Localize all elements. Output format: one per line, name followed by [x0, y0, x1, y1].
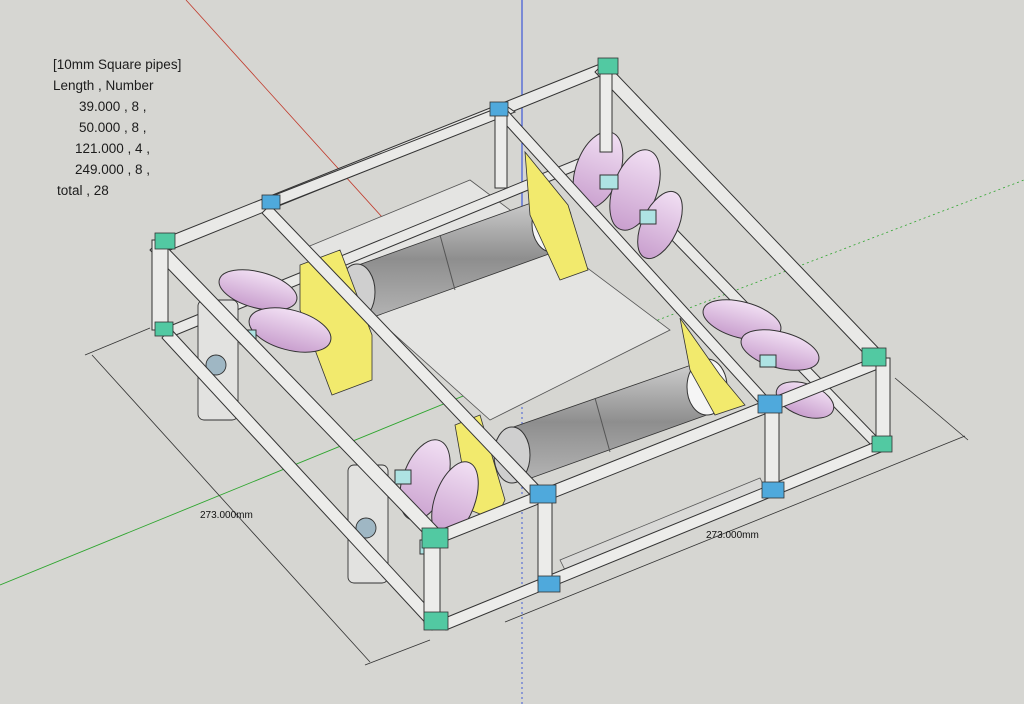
dimension-left-label: 273.000mm [200, 510, 253, 521]
note-row: 39.000 , 8 , [79, 99, 147, 114]
note-row: 50.000 , 8 , [79, 120, 147, 135]
note-total: total , 28 [57, 183, 109, 198]
modeling-viewport[interactable]: 273.000mm 273.000mm [10mm Square pipes] … [0, 0, 1024, 704]
note-row: 121.000 , 4 , [75, 141, 151, 156]
note-header: Length , Number [53, 78, 154, 93]
note-row: 249.000 , 8 , [75, 162, 151, 177]
pipe-list-note: [10mm Square pipes] Length , Number 39.0… [53, 54, 181, 201]
note-title: [10mm Square pipes] [53, 57, 182, 72]
dimension-right-label: 273.000mm [706, 530, 759, 541]
